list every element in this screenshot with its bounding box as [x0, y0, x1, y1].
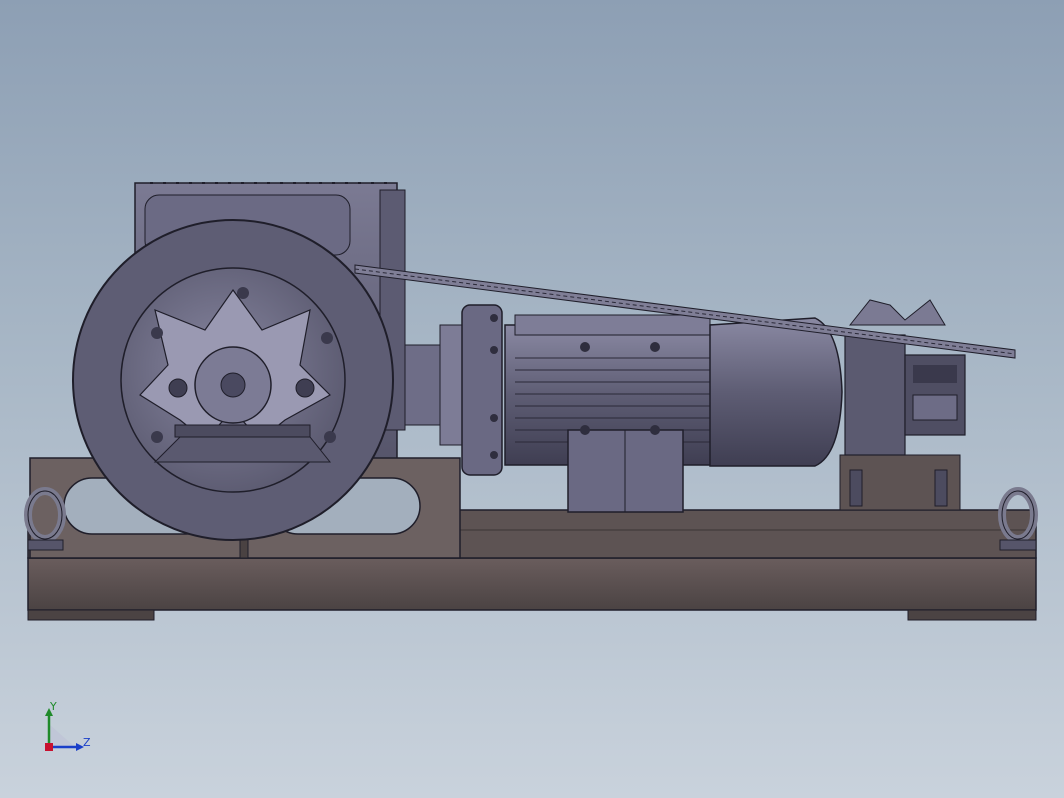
hoist-assembly-model[interactable] [0, 0, 1064, 798]
z-axis-label: Z [83, 736, 91, 749]
y-axis-label: Y [50, 700, 57, 713]
winch-drum[interactable] [72, 219, 394, 541]
triad-axes-icon [45, 708, 84, 751]
electric-motor[interactable] [504, 314, 843, 513]
coupling[interactable] [404, 304, 503, 476]
view-orientation-triad: Y Z [38, 700, 98, 760]
cad-graphics-area[interactable]: Y Z [0, 0, 1064, 798]
